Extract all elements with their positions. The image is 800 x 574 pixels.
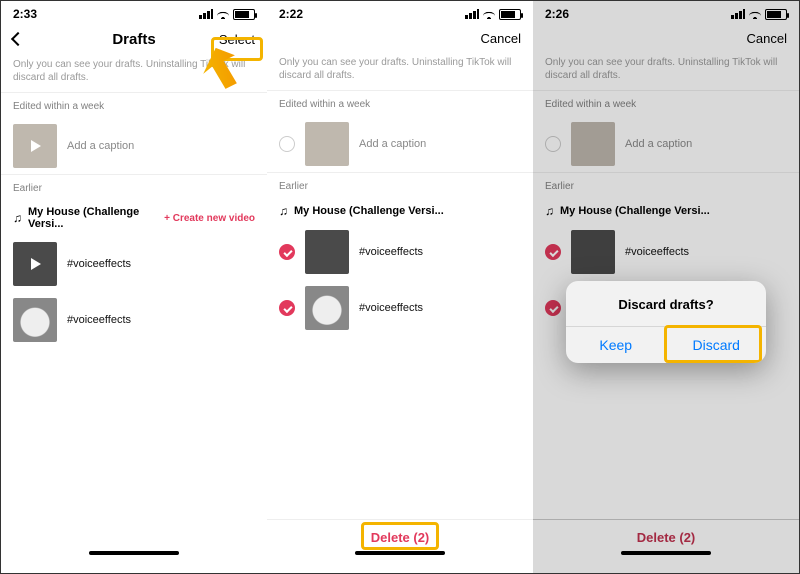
music-note-icon: ♫ — [545, 204, 554, 218]
nav-bar: Cancel — [533, 23, 799, 56]
draft-caption: #voiceeffects — [67, 314, 131, 326]
draft-row[interactable]: #voiceeffects — [267, 224, 533, 280]
info-text: Only you can see your drafts. Uninstalli… — [533, 56, 799, 90]
wifi-icon — [482, 9, 496, 19]
signal-icon — [465, 9, 479, 19]
draft-row[interactable]: #voiceeffects — [267, 280, 533, 336]
section-earlier: Earlier — [533, 173, 799, 198]
delete-button: Delete (2) — [637, 530, 696, 545]
battery-icon — [499, 9, 521, 20]
panel-select-mode: 2:22 Cancel Only you can see your drafts… — [267, 1, 533, 573]
footer: Delete (2) — [533, 519, 799, 573]
draft-caption: Add a caption — [67, 140, 134, 152]
play-icon — [31, 140, 41, 152]
info-text: Only you can see your drafts. Uninstalli… — [267, 56, 533, 90]
home-indicator — [621, 551, 711, 555]
draft-thumb — [571, 230, 615, 274]
discard-dialog: Discard drafts? Keep Discard — [566, 281, 766, 363]
chevron-left-icon — [11, 32, 25, 46]
panel-drafts: 2:33 Drafts Select Only you can see your… — [1, 1, 267, 573]
section-week: Edited within a week — [267, 91, 533, 116]
play-icon — [31, 258, 41, 270]
music-row: ♫ My House (Challenge Versi... — [533, 198, 799, 224]
music-note-icon: ♫ — [279, 204, 288, 218]
select-button[interactable]: Select — [199, 32, 255, 47]
dialog-title: Discard drafts? — [566, 281, 766, 326]
clock: 2:26 — [545, 7, 569, 21]
status-bar: 2:26 — [533, 1, 799, 23]
select-radio[interactable] — [279, 244, 295, 260]
draft-thumb — [571, 122, 615, 166]
page-title: Drafts — [69, 31, 199, 48]
footer — [1, 535, 267, 573]
status-icons — [199, 9, 255, 20]
cancel-button[interactable]: Cancel — [465, 31, 521, 46]
home-indicator — [355, 551, 445, 555]
wifi-icon — [748, 9, 762, 19]
draft-caption: #voiceeffects — [359, 246, 423, 258]
clock: 2:22 — [279, 7, 303, 21]
draft-row[interactable]: #voiceeffects — [1, 236, 267, 292]
select-radio[interactable] — [279, 136, 295, 152]
status-bar: 2:33 — [1, 1, 267, 23]
status-icons — [731, 9, 787, 20]
status-bar: 2:22 — [267, 1, 533, 23]
nav-bar: Drafts Select — [1, 23, 267, 58]
draft-row[interactable]: Add a caption — [267, 116, 533, 172]
draft-caption: #voiceeffects — [359, 302, 423, 314]
draft-caption: #voiceeffects — [625, 246, 689, 258]
draft-row: Add a caption — [533, 116, 799, 172]
wifi-icon — [216, 9, 230, 19]
draft-row: #voiceeffects — [533, 224, 799, 280]
draft-thumb — [305, 230, 349, 274]
draft-thumb — [305, 286, 349, 330]
draft-thumb — [13, 124, 57, 168]
section-earlier: Earlier — [267, 173, 533, 198]
battery-icon — [765, 9, 787, 20]
battery-icon — [233, 9, 255, 20]
clock: 2:33 — [13, 7, 37, 21]
draft-row[interactable]: Add a caption — [1, 118, 267, 174]
draft-thumb — [13, 298, 57, 342]
home-indicator — [89, 551, 179, 555]
music-row[interactable]: ♫ My House (Challenge Versi... + Create … — [1, 200, 267, 236]
section-week: Edited within a week — [533, 91, 799, 116]
info-text: Only you can see your drafts. Uninstalli… — [1, 58, 267, 92]
music-row[interactable]: ♫ My House (Challenge Versi... — [267, 198, 533, 224]
select-radio — [545, 136, 561, 152]
music-title: My House (Challenge Versi... — [28, 206, 158, 230]
music-title: My House (Challenge Versi... — [294, 205, 444, 217]
create-new-video[interactable]: + Create new video — [164, 213, 255, 224]
delete-button[interactable]: Delete (2) — [371, 530, 430, 545]
footer: Delete (2) — [267, 519, 533, 573]
signal-icon — [199, 9, 213, 19]
select-radio — [545, 300, 561, 316]
draft-thumb — [13, 242, 57, 286]
music-note-icon: ♫ — [13, 211, 22, 225]
keep-button[interactable]: Keep — [566, 327, 666, 363]
section-earlier: Earlier — [1, 175, 267, 200]
draft-caption: Add a caption — [359, 138, 426, 150]
select-radio[interactable] — [279, 300, 295, 316]
cancel-button[interactable]: Cancel — [731, 31, 787, 46]
draft-row[interactable]: #voiceeffects — [1, 292, 267, 348]
signal-icon — [731, 9, 745, 19]
nav-bar: Cancel — [267, 23, 533, 56]
panel-discard-dialog: 2:26 Cancel Only you can see your drafts… — [533, 1, 799, 573]
draft-caption: Add a caption — [625, 138, 692, 150]
section-week: Edited within a week — [1, 93, 267, 118]
back-button[interactable] — [13, 32, 69, 47]
draft-caption: #voiceeffects — [67, 258, 131, 270]
discard-button[interactable]: Discard — [666, 327, 767, 363]
music-title: My House (Challenge Versi... — [560, 205, 710, 217]
draft-thumb — [305, 122, 349, 166]
select-radio — [545, 244, 561, 260]
status-icons — [465, 9, 521, 20]
